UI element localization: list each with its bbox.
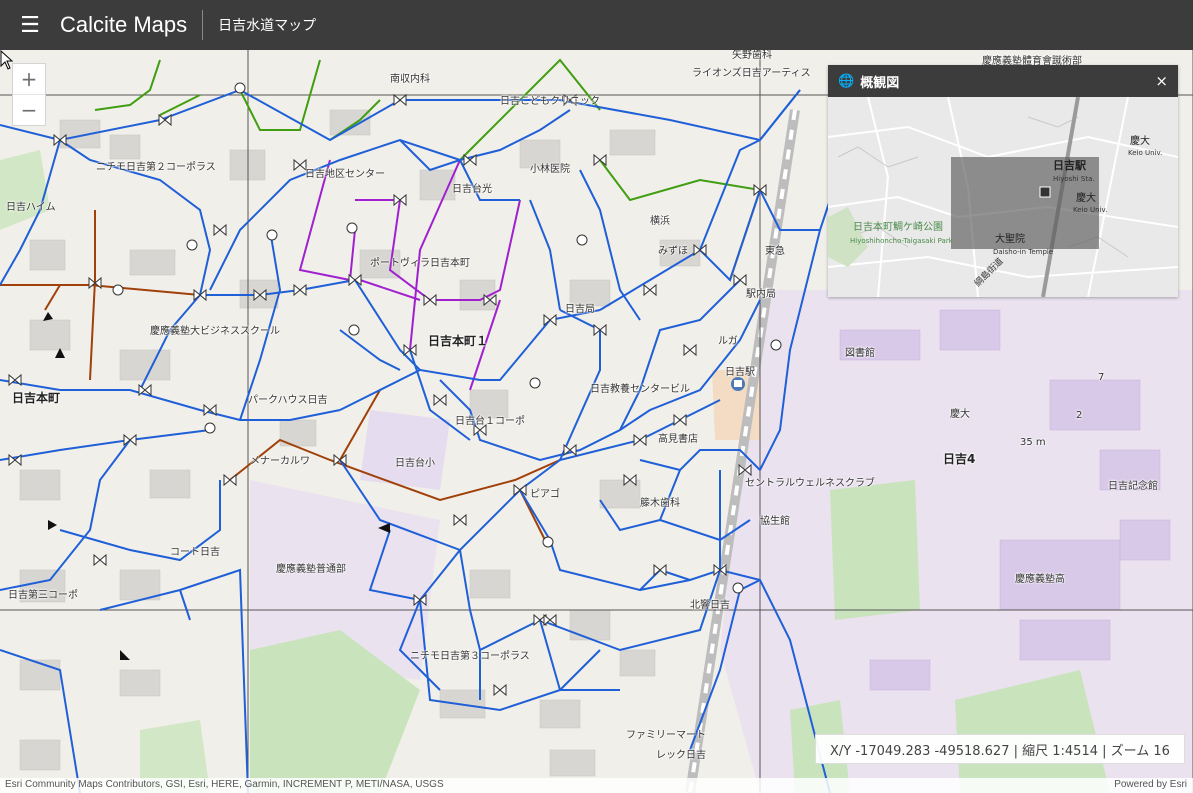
ov-park-en: Hiyoshihoncho-Taigasaki Park bbox=[850, 237, 954, 245]
app-title: Calcite Maps bbox=[60, 10, 204, 40]
coordinate-readout: X/Y -17049.283 -49518.627 | 縮尺 1:4514 | … bbox=[815, 734, 1185, 764]
label-nichimo-2: ニチモ日吉第２コーポラス bbox=[96, 162, 216, 173]
label-kobayashi: 小林医院 bbox=[530, 164, 570, 175]
label-hiyoshi-honcho: 日吉本町 bbox=[12, 391, 61, 405]
label-hiyoshi-4: 日吉4 bbox=[943, 452, 976, 466]
overview-map-panel: 🌐 概観図 × 日吉駅 Hiyoshi Sta. 慶大 Keio Univ. 慶… bbox=[828, 65, 1178, 297]
label-hiyoshi-dai3: 日吉第三コーポ bbox=[8, 590, 78, 601]
label-two: 2 bbox=[1076, 410, 1083, 421]
close-overview-button[interactable]: × bbox=[1155, 72, 1168, 90]
label-keio-futsubu: 慶應義塾普通部 bbox=[276, 564, 346, 575]
ov-keio-en: Keio Univ. bbox=[1073, 206, 1107, 214]
ov-park-ja: 日吉本町鯛ケ崎公園 bbox=[853, 220, 943, 233]
label-toshokan: 図書館 bbox=[845, 348, 875, 359]
hamburger-menu-button[interactable]: ☰ bbox=[0, 0, 60, 50]
label-kitachou: 北響日吉 bbox=[690, 600, 730, 611]
globe-icon: 🌐 bbox=[838, 73, 855, 89]
label-hiyoshi-kinenkan: 日吉記念館 bbox=[1108, 481, 1158, 492]
label-nichimo-3: ニチモ日吉第３コーポラス bbox=[410, 651, 530, 662]
zoom-out-button[interactable]: − bbox=[13, 94, 45, 125]
attribution-sources[interactable]: Esri Community Maps Contributors, GSI, E… bbox=[5, 779, 444, 790]
label-keio-kou: 慶應義塾高 bbox=[1015, 574, 1065, 585]
zoom-in-button[interactable]: + bbox=[13, 64, 45, 94]
label-hiyoshi-eki: 日吉駅 bbox=[725, 367, 755, 378]
overview-map-graphic: 日吉駅 Hiyoshi Sta. 慶大 Keio Univ. 慶大 Keio U… bbox=[828, 97, 1178, 297]
label-lec: レック日吉 bbox=[656, 750, 706, 761]
label-hiyoshi-daikou: 日吉台光 bbox=[452, 184, 492, 195]
app-subtitle: 日吉水道マップ bbox=[218, 18, 317, 34]
label-hiyoshi-kyouiku: 日吉教養センタービル bbox=[590, 384, 690, 395]
overview-map[interactable]: 日吉駅 Hiyoshi Sta. 慶大 Keio Univ. 慶大 Keio U… bbox=[828, 97, 1178, 297]
label-kyouseikan: 協生館 bbox=[760, 516, 790, 527]
label-toukyu: 東急 bbox=[765, 246, 785, 257]
label-mizuho: みずほ bbox=[658, 246, 688, 257]
label-piago: ピアゴ bbox=[530, 489, 560, 500]
attribution-bar: Esri Community Maps Contributors, GSI, E… bbox=[0, 778, 1193, 793]
label-hiyoshidai-sho: 日吉台小 bbox=[395, 458, 435, 469]
top-navbar: ☰ Calcite Maps 日吉水道マップ bbox=[0, 0, 1193, 50]
label-takami: 高見書店 bbox=[658, 434, 698, 445]
powered-by-esri[interactable]: Powered by Esri bbox=[1114, 779, 1187, 790]
label-kinoshita: 籐木歯科 bbox=[640, 498, 680, 509]
label-yokohama: 横浜 bbox=[650, 216, 670, 227]
label-familymart: ファミリーマート bbox=[626, 730, 706, 741]
zoom-controls: + − bbox=[12, 63, 46, 126]
label-court-hiyoshi: コート日吉 bbox=[170, 547, 220, 558]
label-eki-mae: 駅内局 bbox=[746, 289, 776, 300]
label-hiyoshi-chiku: 日吉地区センター bbox=[305, 169, 385, 180]
label-seven: 7 bbox=[1098, 372, 1105, 383]
label-portvilla: ポートヴィラ日吉本町 bbox=[370, 258, 470, 269]
ov-station-ja: 日吉駅 bbox=[1053, 158, 1086, 172]
ov-station-en: Hiyoshi Sta. bbox=[1053, 175, 1095, 183]
label-central-wellness: セントラルウェルネスクラブ bbox=[745, 478, 875, 489]
overview-title: 概観図 bbox=[860, 75, 900, 91]
label-hiyoshi-honcho-1: 日吉本町１ bbox=[428, 334, 489, 348]
label-keidai: 慶大 bbox=[950, 409, 970, 420]
label-parkhouse: パークハウス日吉 bbox=[248, 395, 328, 406]
label-aruga: ルガ bbox=[718, 336, 738, 347]
label-hiyoshi-kyoku: 日吉局 bbox=[565, 304, 595, 315]
label-nanshuu-naika: 南収内科 bbox=[390, 74, 430, 85]
label-contour-35: 35 m bbox=[1020, 437, 1046, 448]
ov-keio-ja: 慶大 bbox=[1076, 191, 1096, 204]
label-hiyoshi-dai1: 日吉台１コーポ bbox=[455, 416, 525, 427]
label-keio-business: 慶應義塾大ビジネススクール bbox=[150, 326, 280, 337]
ov-temple-en: Daisho-in Temple bbox=[993, 248, 1053, 256]
overview-header: 🌐 概観図 × bbox=[828, 65, 1178, 97]
label-lions-hiyoshi: ライオンズ日吉アーティス bbox=[692, 68, 811, 79]
ov-temple-ja: 大聖院 bbox=[995, 232, 1025, 245]
hamburger-icon: ☰ bbox=[20, 12, 40, 38]
label-meinakaru: メナーカルワ bbox=[250, 456, 310, 467]
ov-keio-top-ja: 慶大 bbox=[1130, 134, 1150, 147]
label-hiyoshi-kodomo: 日吉こどもクリニック bbox=[500, 96, 600, 107]
label-yano-shika: 矢野歯科 bbox=[732, 50, 772, 61]
ov-keio-top-en: Keio Univ. bbox=[1128, 149, 1162, 157]
label-hiyoshi-haimu: 日吉ハイム bbox=[6, 202, 56, 213]
